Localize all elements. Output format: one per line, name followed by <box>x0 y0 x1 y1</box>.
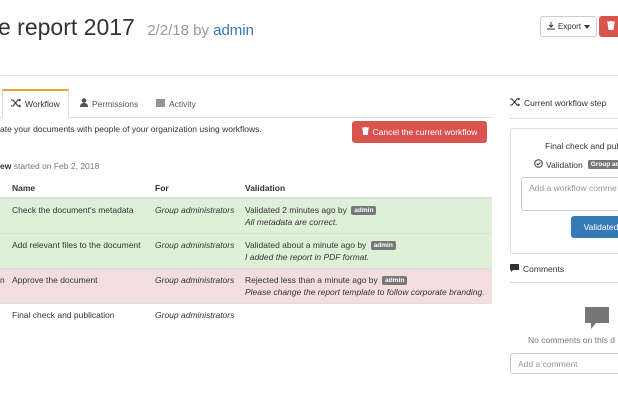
step-validation <box>245 302 492 327</box>
document-date: 2/2/18 <box>147 22 189 39</box>
list-icon <box>156 98 165 109</box>
current-step-title-text: Current workflow step <box>524 98 607 108</box>
table-row: Add relevant files to the document Group… <box>0 232 492 268</box>
step-name: Approve the document <box>12 267 155 303</box>
cancel-workflow-label: Cancel the current workflow <box>372 127 478 137</box>
user-badge: admin <box>351 206 377 215</box>
comments-title-text: Comments <box>523 264 565 274</box>
step-name: Check the document's metadata <box>12 197 155 233</box>
current-step-name: Final check and pub <box>545 141 618 151</box>
column-for: For <box>155 178 245 199</box>
table-row: n Approve the document Group administrat… <box>0 267 492 303</box>
tab-permissions[interactable]: Permissions <box>72 89 146 118</box>
tab-permissions-label: Permissions <box>92 98 139 109</box>
step-note: All metadata are correct. <box>245 217 338 227</box>
step-note: Please change the report template to fol… <box>245 286 485 297</box>
step-for: Group administrators <box>155 197 245 233</box>
current-step-title: Current workflow step <box>510 97 607 108</box>
caret-down-icon <box>584 22 591 31</box>
validation-label: Validation <box>546 159 583 170</box>
column-name: Name <box>12 178 155 199</box>
no-comments-text: No comments on this d <box>528 335 615 345</box>
header-divider <box>0 75 618 76</box>
workflow-started-info: ew started on Feb 2, 2018 <box>0 161 99 171</box>
divider <box>510 282 618 283</box>
workflow-intro: ate your documents with people of your o… <box>0 124 262 134</box>
tab-activity-label: Activity <box>169 98 196 109</box>
validation-row: Validation Group ad <box>534 159 618 170</box>
step-note: I added the report in PDF format. <box>245 251 370 262</box>
step-name: Add relevant files to the document <box>12 232 155 268</box>
comments-title: Comments <box>510 264 564 274</box>
by-word: by <box>193 22 209 39</box>
shuffle-icon <box>11 98 22 109</box>
document-meta: 2/2/18 by admin <box>147 22 254 39</box>
page-title: e report 2017 2/2/18 by admin <box>0 14 254 41</box>
workflow-name: ew <box>0 161 12 171</box>
tab-workflow-label: Workflow <box>25 99 60 109</box>
step-name: Final check and publication <box>12 302 155 327</box>
user-badge: admin <box>382 275 408 285</box>
download-icon <box>546 21 555 32</box>
author-link[interactable]: admin <box>213 22 254 39</box>
table-row: Final check and publication Group admini… <box>0 302 492 327</box>
step-for: Group administrators <box>155 302 245 327</box>
tab-activity[interactable]: Activity <box>148 89 204 118</box>
delete-button[interactable] <box>599 16 618 37</box>
export-label: Export <box>557 22 582 31</box>
group-badge: Group ad <box>587 160 618 169</box>
validated-button[interactable]: Validated <box>571 216 618 238</box>
tab-workflow[interactable]: Workflow <box>2 89 69 118</box>
step-validation: Validated about a minute ago by admin I … <box>245 232 492 268</box>
trash-icon <box>361 126 369 137</box>
trash-icon <box>607 20 615 32</box>
shuffle-icon <box>510 97 521 108</box>
add-comment-input[interactable]: Add a comment <box>510 353 618 374</box>
table-row: Check the document's metadata Group admi… <box>0 197 492 233</box>
workflow-comment-input[interactable]: Add a workflow comme <box>521 177 618 211</box>
user-icon <box>80 98 88 109</box>
step-validation: Validated 2 minutes ago by admin All met… <box>245 197 492 233</box>
workflow-steps-table: Name For Validation Check the document's… <box>0 178 492 327</box>
column-validation: Validation <box>245 178 492 199</box>
check-circle-icon <box>534 159 543 170</box>
comment-icon <box>510 264 519 274</box>
step-for: Group administrators <box>155 267 245 303</box>
document-title: e report 2017 <box>0 14 135 40</box>
step-validation: Rejected less than a minute ago by admin… <box>245 267 492 303</box>
user-badge: admin <box>370 240 396 250</box>
table-header-row: Name For Validation <box>0 178 492 199</box>
export-button[interactable]: Export <box>540 16 597 37</box>
workflow-started-text: started on Feb 2, 2018 <box>11 161 100 171</box>
step-for: Group administrators <box>155 232 245 268</box>
comment-bubble-icon <box>585 307 609 331</box>
cancel-workflow-button[interactable]: Cancel the current workflow <box>352 121 487 143</box>
divider <box>510 118 618 119</box>
